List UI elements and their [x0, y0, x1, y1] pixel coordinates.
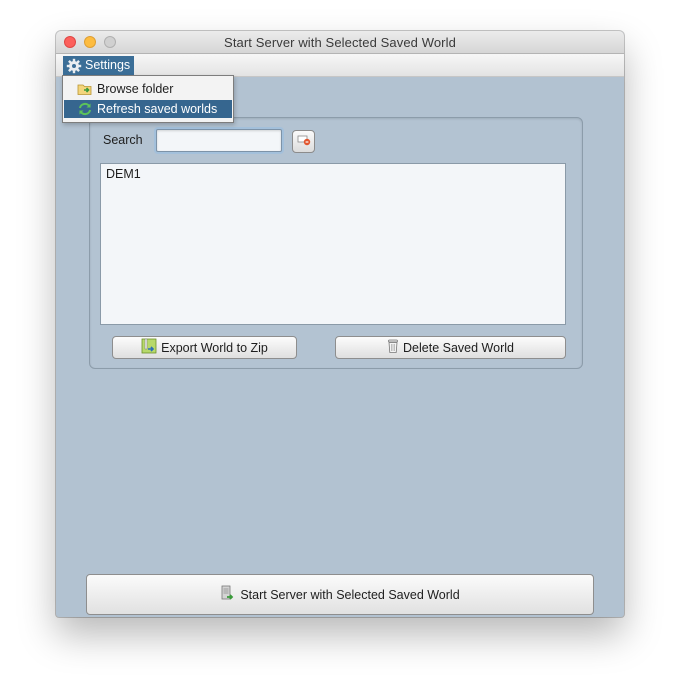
search-input[interactable]: [156, 129, 282, 152]
gear-icon: [66, 58, 82, 74]
export-world-button[interactable]: Export World to Zip: [112, 336, 297, 359]
start-server-button[interactable]: Start Server with Selected Saved World: [86, 574, 594, 615]
refresh-icon: [76, 102, 94, 116]
clear-search-button[interactable]: [292, 130, 315, 153]
settings-menu-label: Settings: [85, 58, 131, 72]
export-zip-icon: [141, 338, 157, 357]
clear-search-icon: [297, 133, 311, 151]
trash-icon: [387, 339, 399, 357]
menu-item-label: Refresh saved worlds: [97, 102, 218, 116]
settings-dropdown: Browse folder Refresh saved worlds: [62, 75, 234, 123]
delete-world-label: Delete Saved World: [403, 340, 514, 355]
menu-item-label: Browse folder: [97, 82, 174, 96]
menu-bar: Settings: [56, 54, 624, 77]
menu-item-refresh-saved-worlds[interactable]: Refresh saved worlds: [64, 100, 232, 118]
start-server-label: Start Server with Selected Saved World: [240, 587, 460, 602]
list-item[interactable]: DEM1: [106, 167, 141, 181]
start-server-icon: [220, 585, 235, 604]
settings-menu[interactable]: Settings: [63, 56, 135, 75]
folder-icon: [76, 82, 94, 96]
saved-worlds-list[interactable]: DEM1: [100, 163, 566, 325]
menu-item-browse-folder[interactable]: Browse folder: [64, 80, 232, 98]
title-bar[interactable]: Start Server with Selected Saved World: [56, 31, 624, 54]
window-title: Start Server with Selected Saved World: [224, 35, 456, 50]
search-label: Search: [103, 133, 143, 147]
export-world-label: Export World to Zip: [161, 340, 268, 355]
delete-world-button[interactable]: Delete Saved World: [335, 336, 566, 359]
